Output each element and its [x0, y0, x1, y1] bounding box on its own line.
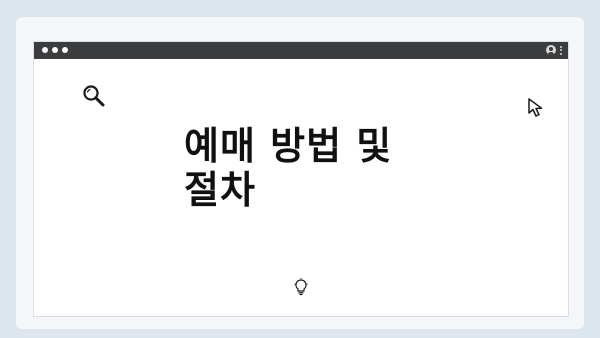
lightbulb-icon	[294, 278, 308, 296]
browser-window: 예매 방법 및 절차	[33, 41, 569, 317]
user-icon[interactable]	[546, 45, 556, 55]
page-background: 예매 방법 및 절차	[0, 0, 600, 338]
search-icon	[83, 85, 105, 107]
kebab-menu-icon[interactable]	[560, 45, 562, 55]
window-control-dot[interactable]	[42, 47, 48, 53]
window-controls	[42, 47, 68, 53]
page-title: 예매 방법 및 절차	[184, 124, 418, 212]
window-control-dot[interactable]	[62, 47, 68, 53]
titlebar-actions	[546, 45, 562, 55]
title-line-1: 예매 방법 및	[184, 124, 393, 168]
title-line-2: 절차	[184, 168, 256, 212]
cursor-arrow-icon	[528, 98, 543, 117]
window-titlebar	[34, 42, 568, 59]
window-control-dot[interactable]	[52, 47, 58, 53]
